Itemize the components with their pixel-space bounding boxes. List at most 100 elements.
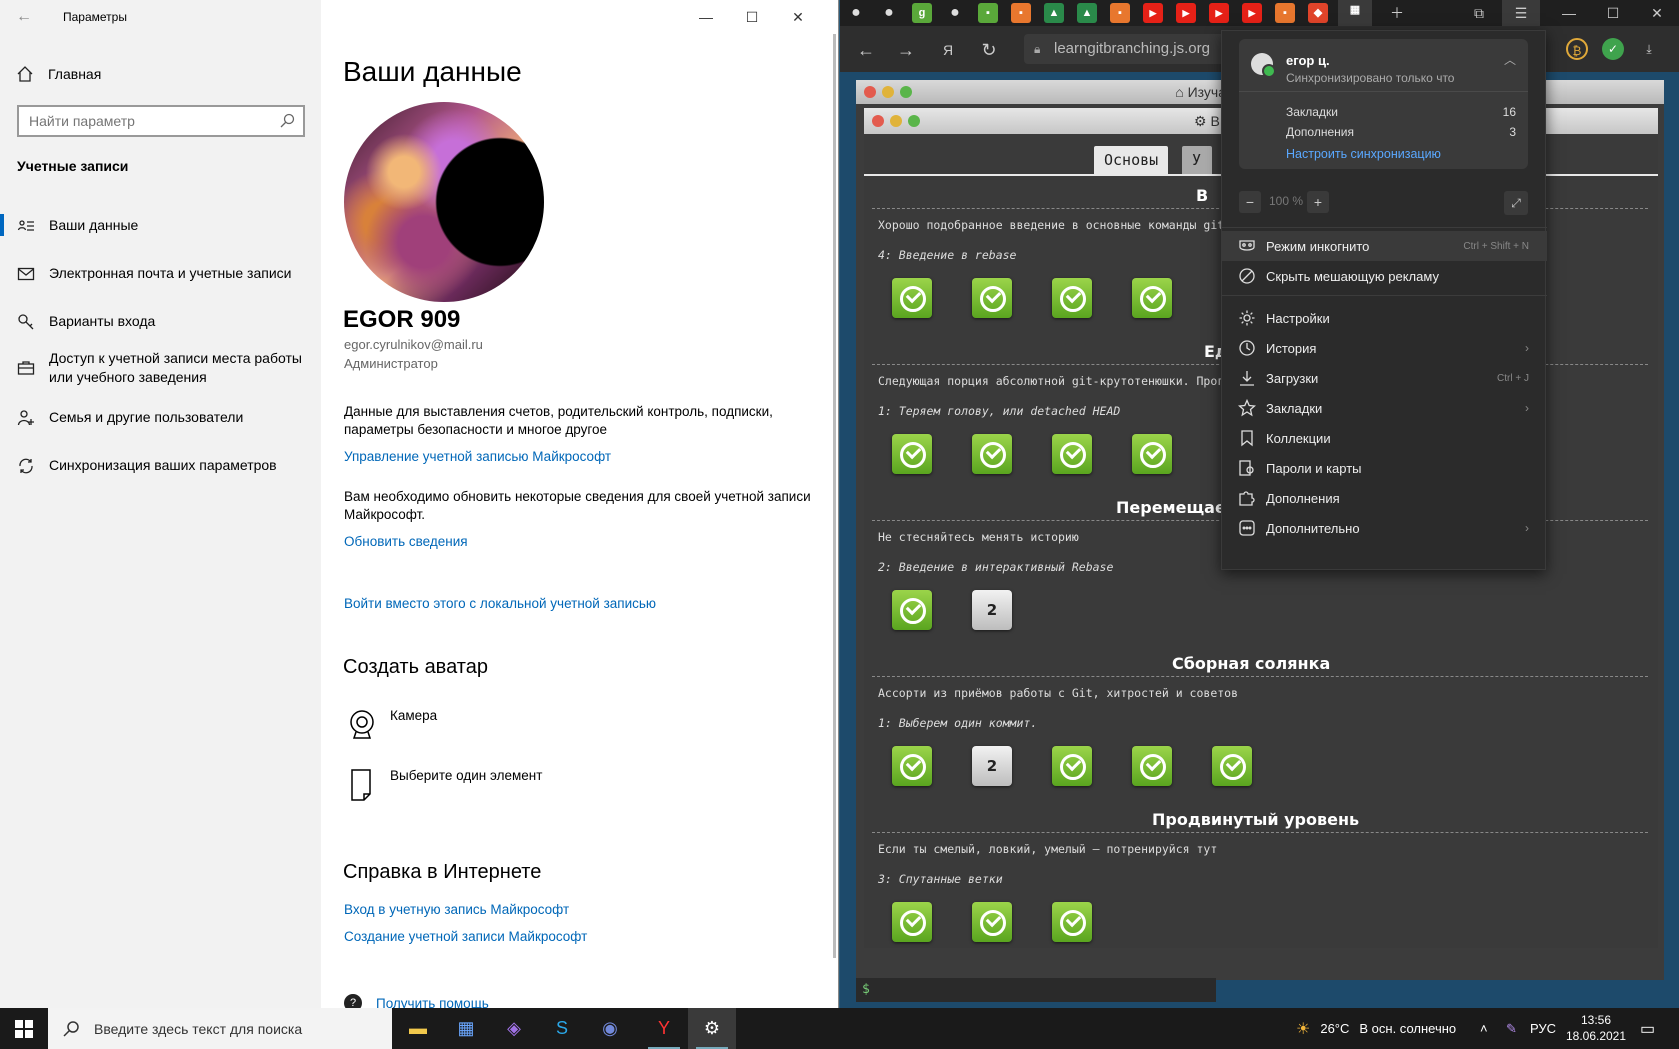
notifications-icon[interactable]: ▭ [1640, 1008, 1655, 1049]
home-nav-item[interactable]: Главная [16, 62, 101, 86]
git-tab-icon[interactable]: ◆ [1308, 3, 1328, 23]
nav-family-users[interactable]: Семья и другие пользователи [0, 408, 321, 427]
tray-chevron-up-icon[interactable]: ˄ [1480, 1008, 1488, 1049]
yandex-browser-icon[interactable]: Y [640, 1008, 688, 1049]
youtube-tab-icon[interactable]: ▶ [1242, 3, 1262, 23]
local-account-link[interactable]: Войти вместо этого с локальной учетной з… [344, 596, 656, 611]
download-icon[interactable]: ⤓ [1638, 38, 1660, 60]
account-card[interactable]: егор ц. Синхронизировано только что ︿ За… [1239, 39, 1528, 169]
zoom-in-button[interactable]: + [1307, 191, 1329, 213]
image-tab-icon[interactable]: ▪ [978, 3, 998, 23]
help-link-signin[interactable]: Вход в учетную запись Майкрософт [344, 902, 569, 917]
pen-icon[interactable]: ✎ [1506, 1008, 1517, 1049]
terminal-prompt[interactable]: $ [856, 978, 1216, 1002]
tab-main[interactable]: Основы [1094, 146, 1169, 174]
zoom-out-button[interactable]: − [1239, 191, 1261, 213]
file-explorer-icon[interactable]: ▬ [394, 1008, 442, 1049]
menu-item-settings[interactable]: Настройки [1222, 303, 1547, 333]
level-number-badge[interactable]: 2 [972, 746, 1012, 786]
menu-item-block-ads[interactable]: Скрыть мешающую рекламу [1222, 261, 1547, 291]
close-button[interactable]: ✕ [775, 0, 821, 34]
level-done-badge[interactable] [1052, 434, 1092, 474]
orange-tab-icon[interactable]: ▪ [1110, 3, 1130, 23]
level-done-badge[interactable] [1052, 278, 1092, 318]
drive-tab-icon[interactable]: ▲ [1044, 3, 1064, 23]
level-done-badge[interactable] [1132, 434, 1172, 474]
level-done-badge[interactable] [892, 278, 932, 318]
minimize-button[interactable]: — [683, 0, 729, 34]
level-done-badge[interactable] [972, 902, 1012, 942]
github-tab-icon[interactable]: ● [945, 3, 965, 23]
nav-work-access[interactable]: Доступ к учетной записи места работы или… [0, 349, 310, 387]
clock[interactable]: 13:56 18.06.2021 [1560, 1012, 1632, 1044]
orange-tab-icon[interactable]: ▪ [1275, 3, 1295, 23]
yandex-icon[interactable]: Я [934, 38, 962, 62]
configure-sync-link[interactable]: Настроить синхронизацию [1286, 147, 1441, 161]
level-done-badge[interactable] [892, 902, 932, 942]
green-tab-icon[interactable]: g [912, 3, 932, 23]
youtube-tab-icon[interactable]: ▶ [1176, 3, 1196, 23]
back-arrow-icon[interactable]: ← [852, 38, 880, 62]
level-done-badge[interactable] [1132, 278, 1172, 318]
get-help-link[interactable]: Получить помощь [376, 996, 489, 1009]
tab-remote[interactable]: У [1182, 146, 1212, 174]
menu-icon[interactable]: ☰ [1502, 0, 1540, 26]
close-button[interactable]: ✕ [1638, 0, 1676, 26]
language-indicator[interactable]: РУС [1530, 1008, 1556, 1049]
forward-arrow-icon[interactable]: → [892, 38, 920, 62]
store-icon[interactable]: ▦ [442, 1008, 490, 1049]
level-done-badge[interactable] [892, 590, 932, 630]
choose-item-option[interactable]: Выберите один элемент [348, 768, 542, 802]
visual-studio-icon[interactable]: ◈ [490, 1008, 538, 1049]
maximize-button[interactable]: ☐ [729, 0, 775, 34]
fullscreen-icon[interactable]: ⤢ [1504, 191, 1528, 215]
nav-sync-settings[interactable]: Синхронизация ваших параметров [0, 456, 321, 475]
new-tab-icon[interactable]: ＋ [1378, 0, 1416, 26]
drive-tab-icon[interactable]: ▲ [1077, 3, 1097, 23]
get-help-row[interactable]: ? Получить помощь [344, 994, 489, 1008]
level-done-badge[interactable] [1052, 902, 1092, 942]
menu-item-incognito[interactable]: Режим инкогнито Ctrl + Shift + N [1222, 231, 1547, 261]
youtube-tab-icon[interactable]: ▶ [1209, 3, 1229, 23]
menu-item-passwords[interactable]: Пароли и карты [1222, 453, 1547, 483]
skype-icon[interactable]: S [538, 1008, 586, 1049]
settings-scrollbar[interactable] [833, 34, 836, 958]
github-tab-icon[interactable]: ● [879, 3, 899, 23]
level-done-badge[interactable] [1052, 746, 1092, 786]
start-button[interactable] [0, 1008, 48, 1049]
manage-account-link[interactable]: Управление учетной записью Майкрософт [344, 449, 611, 464]
settings-search[interactable] [17, 105, 305, 137]
active-tab[interactable]: ▦ [1338, 0, 1372, 26]
nav-your-info[interactable]: Ваши данные [0, 214, 321, 236]
help-link-create[interactable]: Создание учетной записи Майкрософт [344, 929, 587, 944]
collections-icon[interactable]: ⧉ [1460, 0, 1498, 26]
discord-icon[interactable]: ◉ [586, 1008, 634, 1049]
youtube-tab-icon[interactable]: ▶ [1143, 3, 1163, 23]
menu-item-history[interactable]: История › [1222, 333, 1547, 363]
back-arrow-icon[interactable]: ← [12, 6, 36, 28]
weather-widget[interactable]: ☀ 26°C В осн. солнечно [1296, 1008, 1456, 1049]
level-done-badge[interactable] [892, 746, 932, 786]
menu-item-collections[interactable]: Коллекции [1222, 423, 1547, 453]
orange-tab-icon[interactable]: ▪ [1011, 3, 1031, 23]
github-tab-icon[interactable]: ● [846, 3, 866, 23]
nav-sign-in-options[interactable]: Варианты входа [0, 312, 321, 331]
maximize-button[interactable]: ☐ [1594, 0, 1632, 26]
settings-search-input[interactable] [19, 107, 269, 135]
settings-gear-icon[interactable]: ⚙ [688, 1008, 736, 1049]
minimize-button[interactable]: — [1550, 0, 1588, 26]
level-done-badge[interactable] [1132, 746, 1172, 786]
level-done-badge[interactable] [972, 434, 1012, 474]
shield-icon[interactable]: ✓ [1602, 38, 1624, 60]
menu-item-bookmarks[interactable]: Закладки › [1222, 393, 1547, 423]
camera-option[interactable]: Камера [348, 708, 437, 742]
level-number-badge[interactable]: 2 [972, 590, 1012, 630]
menu-item-downloads[interactable]: Загрузки Ctrl + J [1222, 363, 1547, 393]
menu-item-addons[interactable]: Дополнения [1222, 483, 1547, 513]
level-done-badge[interactable] [972, 278, 1012, 318]
level-done-badge[interactable] [892, 434, 932, 474]
taskbar-search[interactable]: Введите здесь текст для поиска [48, 1008, 392, 1049]
reload-icon[interactable]: ↻ [975, 38, 1003, 62]
level-done-badge[interactable] [1212, 746, 1252, 786]
update-info-link[interactable]: Обновить сведения [344, 534, 468, 549]
